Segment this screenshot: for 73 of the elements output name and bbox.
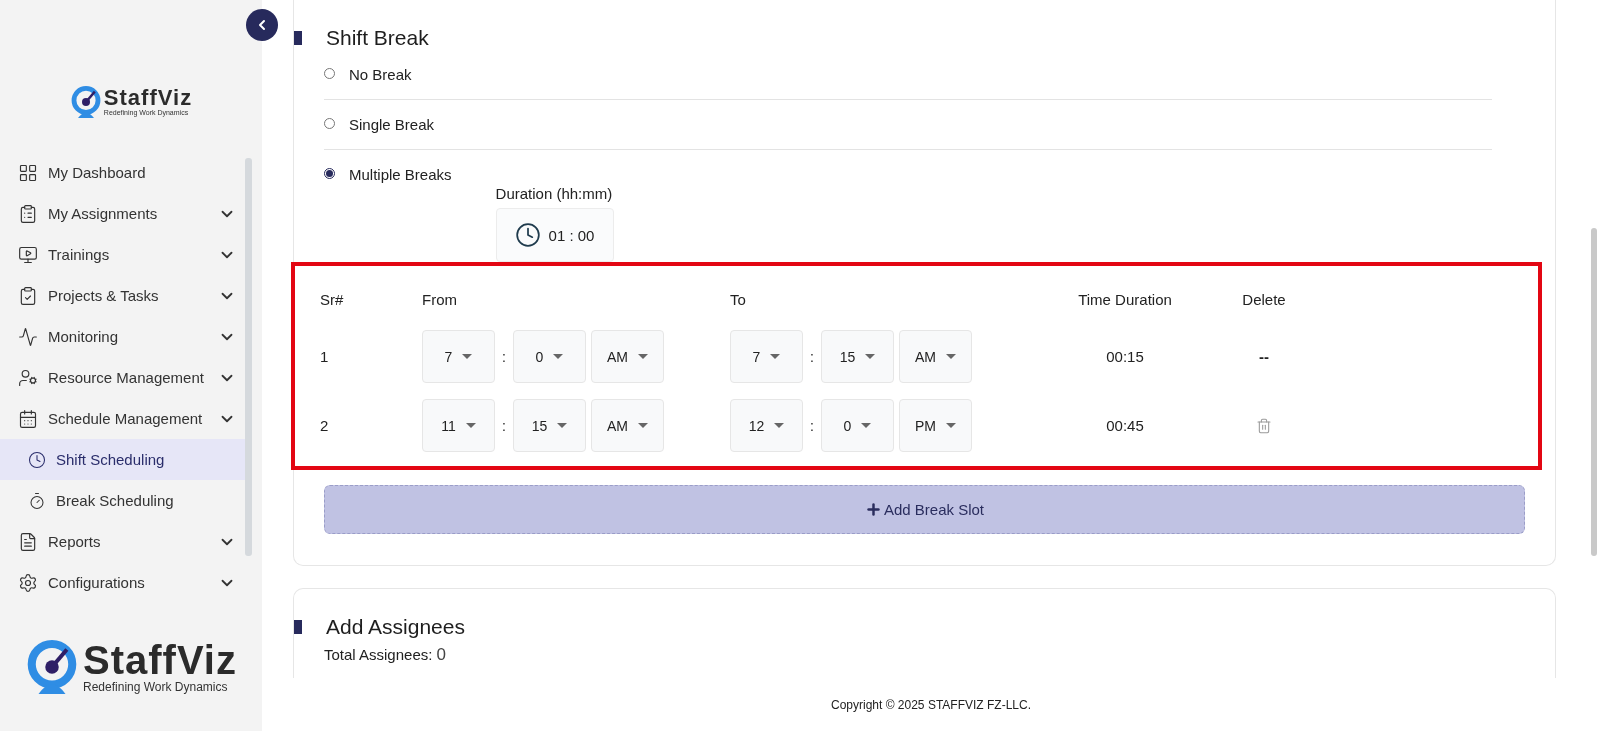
activity-icon bbox=[18, 326, 38, 347]
column-header: Delete bbox=[1242, 290, 1286, 308]
menu-item[interactable]: Projects & Tasks bbox=[0, 275, 248, 316]
menu-item[interactable]: My Assignments bbox=[0, 193, 248, 234]
hour-select[interactable]: 12 bbox=[730, 399, 803, 452]
column-header: From bbox=[422, 290, 458, 308]
delete-icon[interactable] bbox=[1256, 417, 1272, 434]
period-select[interactable]: AM bbox=[591, 330, 664, 383]
column-header: Sr# bbox=[320, 290, 345, 308]
time-separator: : bbox=[501, 348, 507, 365]
section-title: Shift Break bbox=[326, 26, 429, 50]
total-label: Total Assignees: bbox=[324, 646, 433, 663]
plus-icon bbox=[864, 501, 882, 518]
minute-select[interactable]: 15 bbox=[821, 330, 894, 383]
table-cell-text: 00:15 bbox=[1105, 348, 1145, 365]
menu-item[interactable]: My Dashboard bbox=[0, 152, 248, 193]
table-cell: -- bbox=[1259, 348, 1269, 365]
section-marker bbox=[294, 620, 302, 634]
minute-select[interactable]: 0 bbox=[513, 330, 586, 383]
hour-select[interactable]: 7 bbox=[730, 330, 803, 383]
menu-item[interactable]: Schedule Management bbox=[0, 398, 248, 439]
table-cell-text: 1 bbox=[320, 348, 330, 365]
user-gear-icon bbox=[18, 367, 38, 388]
logo-name: StaffViz bbox=[83, 640, 237, 681]
period-select[interactable]: AM bbox=[899, 330, 972, 383]
clipboard-list-icon bbox=[18, 203, 38, 224]
radio-button[interactable] bbox=[324, 168, 335, 179]
document-icon bbox=[18, 531, 38, 552]
radio-button[interactable] bbox=[324, 68, 335, 79]
logo-icon bbox=[69, 86, 102, 118]
duration-field[interactable]: 01 : 00 bbox=[495, 208, 614, 262]
grid-icon bbox=[18, 162, 38, 183]
period-select[interactable]: PM bbox=[899, 399, 972, 452]
time-separator: : bbox=[501, 417, 507, 434]
time-separator: : bbox=[809, 348, 815, 365]
timer-icon bbox=[28, 491, 46, 510]
copyright-text: Copyright © 2025 STAFFVIZ FZ-LLC. bbox=[831, 697, 1031, 712]
table-cell-text: 2 bbox=[320, 417, 330, 434]
clock-icon bbox=[28, 450, 46, 469]
duration-label: Duration (hh:mm) bbox=[495, 185, 614, 202]
section-marker bbox=[294, 31, 302, 45]
submenu-item[interactable]: Shift Scheduling bbox=[0, 439, 248, 480]
hour-select[interactable]: 11 bbox=[422, 399, 495, 452]
table-cell-text: 00:45 bbox=[1105, 417, 1145, 434]
clipboard-check-icon bbox=[18, 285, 38, 306]
logo-tagline: Redefining Work Dynamics bbox=[83, 680, 229, 695]
minute-select[interactable]: 0 bbox=[821, 399, 894, 452]
column-header: To bbox=[730, 290, 747, 308]
menu-item[interactable]: Resource Management bbox=[0, 357, 248, 398]
calendar-icon bbox=[18, 408, 38, 429]
time-separator: : bbox=[809, 417, 815, 434]
menu-item[interactable]: Monitoring bbox=[0, 316, 248, 357]
total-count: 0 bbox=[436, 645, 446, 665]
radio-label: No Break bbox=[349, 66, 412, 83]
logo-name: StaffViz bbox=[103, 86, 193, 109]
menu-item[interactable]: Reports bbox=[0, 521, 248, 562]
monitor-play-icon bbox=[18, 244, 38, 265]
radio-label: Single Break bbox=[349, 116, 435, 133]
logo-icon bbox=[25, 640, 79, 695]
menu-item[interactable]: Trainings bbox=[0, 234, 248, 275]
minute-select[interactable]: 15 bbox=[513, 399, 586, 452]
add-break-slot-button[interactable]: Add Break Slot bbox=[324, 485, 1525, 534]
column-header: Time Duration bbox=[1077, 290, 1173, 308]
period-select[interactable]: AM bbox=[591, 399, 664, 452]
gear-icon bbox=[18, 572, 38, 593]
radio-label: Multiple Breaks bbox=[349, 166, 452, 183]
radio-button[interactable] bbox=[324, 118, 335, 129]
menu-item[interactable]: Configurations bbox=[0, 562, 248, 603]
clock-icon bbox=[514, 222, 541, 248]
section-title: Add Assignees bbox=[326, 615, 465, 639]
collapse-sidebar-button[interactable] bbox=[246, 9, 278, 41]
hour-select[interactable]: 7 bbox=[422, 330, 495, 383]
submenu-item[interactable]: Break Scheduling bbox=[0, 480, 248, 521]
